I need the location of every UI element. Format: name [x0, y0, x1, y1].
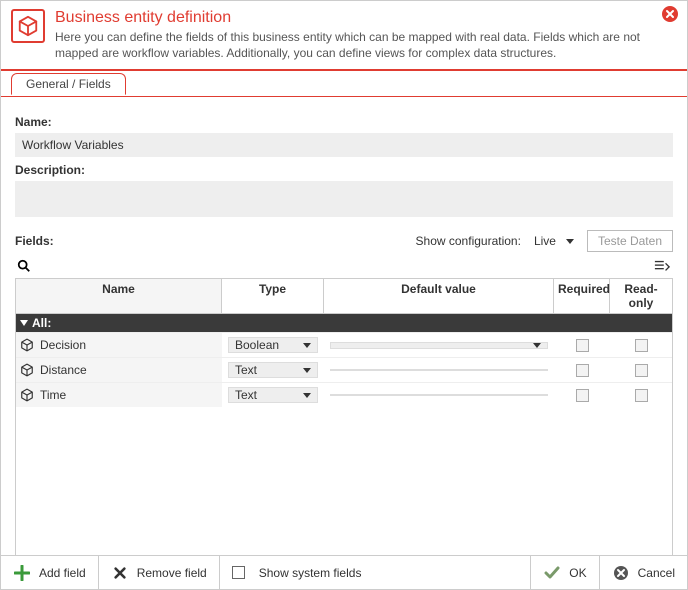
fields-label: Fields: [15, 234, 54, 248]
entity-cube-icon [20, 338, 34, 352]
default-value-input[interactable] [330, 394, 548, 396]
required-checkbox[interactable] [576, 389, 589, 402]
entity-cube-icon [20, 388, 34, 402]
cell-name[interactable]: Distance [16, 358, 222, 382]
form-area: Name: Description: Fields: Show configur… [1, 97, 687, 558]
col-header-type[interactable]: Type [222, 279, 324, 313]
tab-strip: General / Fields [1, 73, 687, 97]
remove-field-button[interactable]: Remove field [99, 556, 220, 589]
cell-type: Text [222, 383, 324, 407]
show-configuration-label: Show configuration: [416, 234, 521, 248]
ok-button[interactable]: OK [530, 556, 599, 589]
disclosure-triangle-icon [20, 320, 28, 326]
col-header-readonly[interactable]: Read-only [610, 279, 672, 313]
test-data-button[interactable]: Teste Daten [587, 230, 673, 252]
add-field-button[interactable]: Add field [1, 556, 99, 589]
cell-name[interactable]: Time [16, 383, 222, 407]
chevron-down-icon [533, 343, 541, 348]
cell-required [554, 358, 610, 382]
fields-grid: Name Type Default value Required Read-on… [15, 278, 673, 558]
chevron-down-icon [303, 368, 311, 373]
table-row[interactable]: Time Text [16, 382, 672, 407]
grid-group-label: All: [32, 316, 51, 330]
search-input[interactable] [39, 256, 645, 276]
add-field-label: Add field [39, 566, 86, 580]
remove-field-label: Remove field [137, 566, 207, 580]
chevron-down-icon [566, 239, 574, 244]
readonly-checkbox[interactable] [635, 364, 648, 377]
field-name: Distance [40, 363, 87, 377]
show-system-fields-toggle[interactable]: Show system fields [220, 556, 374, 589]
dialog-footer: Add field Remove field Show system field… [1, 555, 687, 589]
cell-default [324, 333, 554, 357]
type-select[interactable]: Text [228, 362, 318, 378]
show-configuration-select[interactable]: Live [529, 231, 579, 251]
cell-default [324, 358, 554, 382]
dialog-title: Business entity definition [55, 9, 675, 27]
description-input[interactable] [15, 181, 673, 217]
readonly-checkbox[interactable] [635, 389, 648, 402]
entity-cube-icon [20, 363, 34, 377]
cell-readonly [610, 333, 672, 357]
table-row[interactable]: Decision Boolean [16, 332, 672, 357]
col-header-required[interactable]: Required [554, 279, 610, 313]
cancel-icon [612, 564, 630, 582]
default-value-input[interactable] [330, 342, 548, 349]
name-input[interactable] [15, 133, 673, 157]
chevron-down-icon [303, 343, 311, 348]
show-system-fields-label: Show system fields [259, 566, 362, 580]
cell-type: Text [222, 358, 324, 382]
grid-empty-area [16, 407, 672, 557]
field-name: Decision [40, 338, 86, 352]
tab-general-fields[interactable]: General / Fields [11, 73, 126, 95]
required-checkbox[interactable] [576, 339, 589, 352]
plus-icon [13, 564, 31, 582]
tab-underline [1, 96, 687, 97]
col-header-name[interactable]: Name [16, 279, 222, 313]
table-row[interactable]: Distance Text [16, 357, 672, 382]
check-icon [543, 564, 561, 582]
x-icon [111, 564, 129, 582]
search-row [15, 256, 673, 276]
cell-name[interactable]: Decision [16, 333, 222, 357]
type-select[interactable]: Boolean [228, 337, 318, 353]
cancel-label: Cancel [638, 566, 675, 580]
required-checkbox[interactable] [576, 364, 589, 377]
cell-type: Boolean [222, 333, 324, 357]
close-button[interactable] [661, 5, 679, 23]
cell-readonly [610, 358, 672, 382]
default-value-input[interactable] [330, 369, 548, 371]
type-value: Boolean [235, 338, 279, 352]
cell-required [554, 383, 610, 407]
grid-header: Name Type Default value Required Read-on… [16, 279, 672, 314]
cancel-button[interactable]: Cancel [600, 556, 687, 589]
search-icon [15, 257, 33, 275]
cell-required [554, 333, 610, 357]
grid-group-all[interactable]: All: [16, 314, 672, 332]
type-select[interactable]: Text [228, 387, 318, 403]
name-label: Name: [15, 115, 673, 129]
show-configuration-value: Live [534, 234, 556, 248]
col-header-default[interactable]: Default value [324, 279, 554, 313]
readonly-checkbox[interactable] [635, 339, 648, 352]
checkbox-icon [232, 566, 245, 579]
chevron-down-icon [303, 393, 311, 398]
type-value: Text [235, 388, 257, 402]
cell-default [324, 383, 554, 407]
field-name: Time [40, 388, 66, 402]
cell-readonly [610, 383, 672, 407]
description-label: Description: [15, 163, 673, 177]
column-settings-button[interactable] [651, 256, 673, 276]
dialog-header: Business entity definition Here you can … [1, 1, 687, 71]
dialog-description: Here you can define the fields of this b… [55, 29, 675, 61]
fields-toolbar: Fields: Show configuration: Live Teste D… [15, 230, 673, 252]
type-value: Text [235, 363, 257, 377]
entity-cube-icon [11, 9, 45, 43]
ok-label: OK [569, 566, 586, 580]
